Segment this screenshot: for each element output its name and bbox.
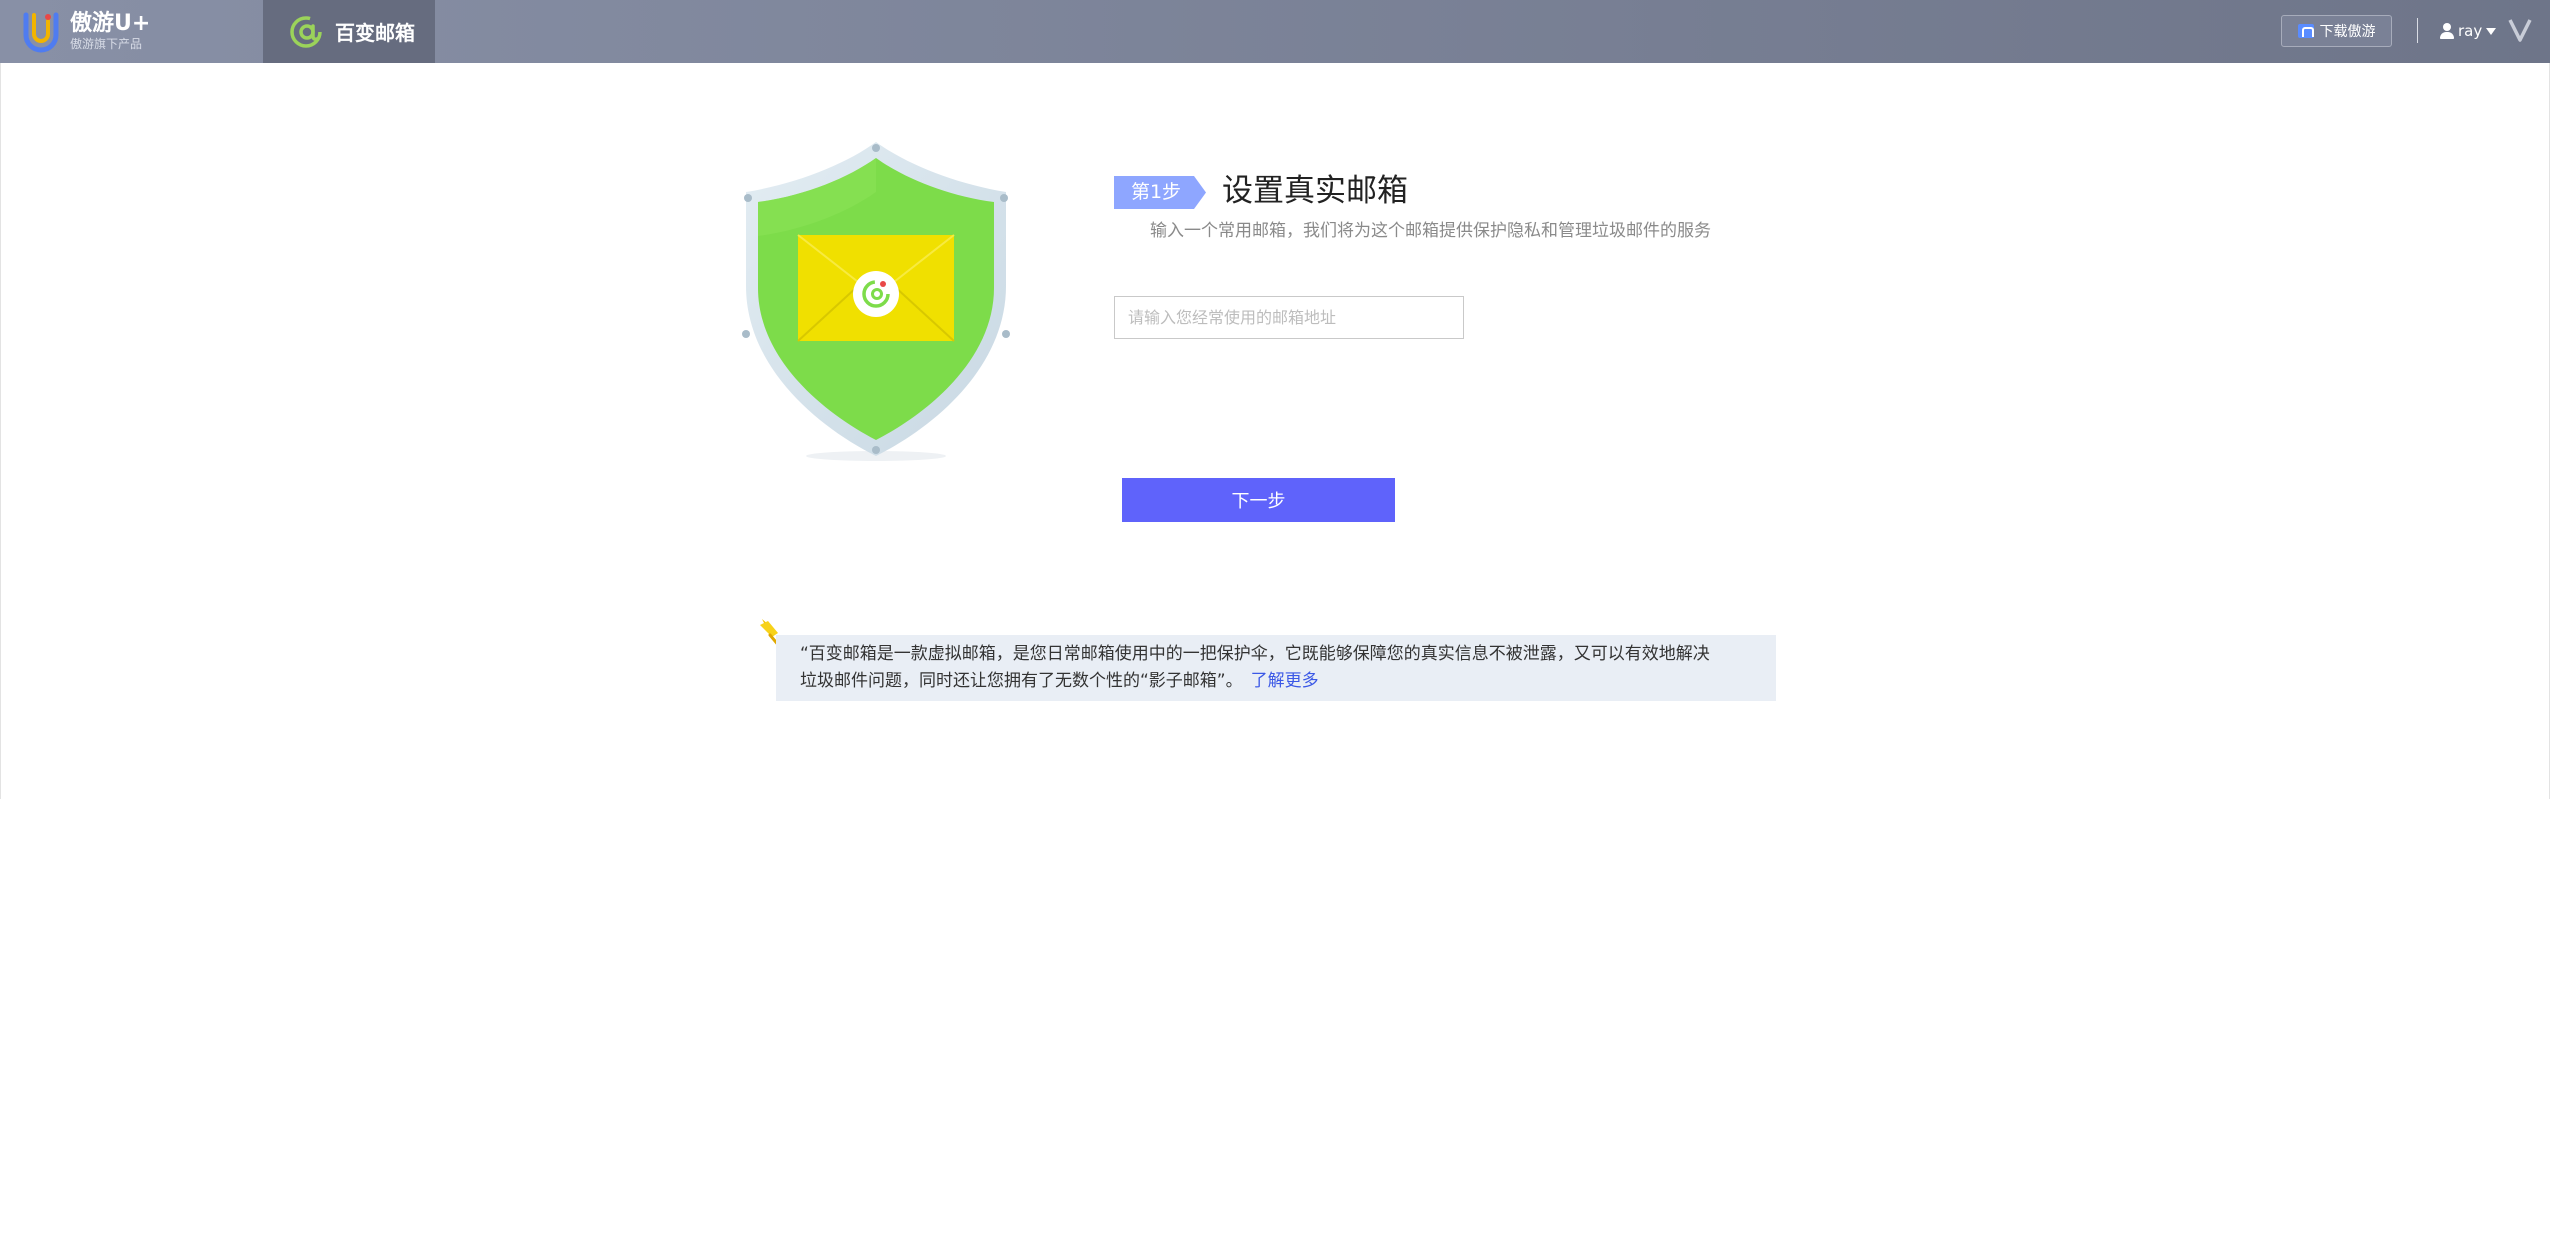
top-bar: 傲游U+ 傲游旗下产品 百变邮箱 下载傲游 ray <box>0 0 2550 63</box>
step-badge-label: 第1步 <box>1130 181 1182 203</box>
download-icon <box>2297 24 2314 38</box>
logo-subtitle: 傲游旗下产品 <box>70 36 143 51</box>
info-note: “百变邮箱是一款虚拟邮箱，是您日常邮箱使用中的一把保护伞，它既能够保障您的真实信… <box>776 635 1776 701</box>
logo[interactable]: 傲游U+ 傲游旗下产品 <box>20 6 150 56</box>
user-name: ray <box>2458 22 2483 40</box>
step-badge: 第1步 <box>1114 176 1206 209</box>
page-title: 设置真实邮箱 <box>1222 173 1408 209</box>
logo-title: 傲游U+ <box>70 10 151 36</box>
download-label: 下载傲游 <box>2319 24 2376 40</box>
header-divider <box>2417 18 2418 43</box>
caret-down-icon <box>2486 27 2497 35</box>
tab-shadow-mail[interactable]: 百变邮箱 <box>263 0 435 63</box>
shield-envelope-icon <box>742 142 1010 461</box>
note-text-line2: 垃圾邮件问题，同时还让您拥有了无数个性的“影子邮箱”。 <box>800 671 1243 691</box>
at-mail-icon <box>290 15 322 48</box>
user-icon <box>2440 23 2454 39</box>
maxthon-u-logo-icon <box>23 12 59 53</box>
vip-icon[interactable] <box>2508 16 2532 44</box>
download-button[interactable]: 下载傲游 <box>2281 15 2392 47</box>
note-text-line1: “百变邮箱是一款虚拟邮箱，是您日常邮箱使用中的一把保护伞，它既能够保障您的真实信… <box>800 644 1710 664</box>
learn-more-link[interactable]: 了解更多 <box>1251 671 1319 691</box>
tab-label: 百变邮箱 <box>335 21 415 45</box>
step-description: 输入一个常用邮箱，我们将为这个邮箱提供保护隐私和管理垃圾邮件的服务 <box>1150 221 1711 241</box>
next-step-button[interactable]: 下一步 <box>1122 478 1395 522</box>
user-menu[interactable]: ray <box>2440 18 2497 44</box>
email-input[interactable] <box>1114 296 1464 339</box>
